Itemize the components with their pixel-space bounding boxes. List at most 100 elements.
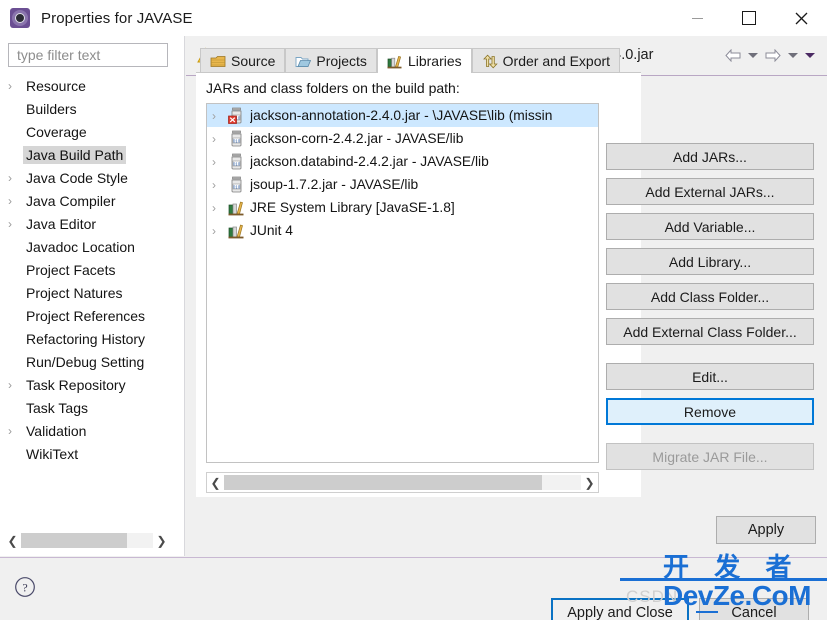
jar-error-icon: 010: [228, 107, 242, 124]
tab-libraries[interactable]: Libraries: [376, 48, 472, 73]
sidebar-item-javadoc-location[interactable]: Javadoc Location: [0, 235, 184, 258]
chevron-down-filled-icon: [804, 52, 815, 58]
add-class-folder-button[interactable]: Add Class Folder...: [606, 283, 814, 310]
back-menu-button[interactable]: [745, 45, 760, 65]
forward-button[interactable]: [762, 45, 783, 65]
sidebar-item-validation[interactable]: › Validation: [0, 419, 184, 442]
scroll-left-arrow-icon[interactable]: ❮: [4, 531, 21, 550]
sidebar-item-java-build-path[interactable]: Java Build Path: [0, 143, 184, 166]
library-books-icon: [228, 201, 244, 216]
sidebar-item-label: Task Tags: [26, 399, 88, 416]
add-variable-button[interactable]: Add Variable...: [606, 213, 814, 240]
jar-list-item-label: JRE System Library [JavaSE-1.8]: [250, 200, 455, 215]
sidebar-item-java-code-style[interactable]: › Java Code Style: [0, 166, 184, 189]
sidebar-item-label: Javadoc Location: [26, 238, 135, 255]
add-jars-button[interactable]: Add JARs...: [606, 143, 814, 170]
jar-list-horizontal-scrollbar[interactable]: ❮ ❯: [206, 472, 599, 493]
chevron-right-icon[interactable]: ›: [8, 172, 23, 184]
chevron-right-icon[interactable]: ›: [8, 425, 23, 437]
chevron-right-icon[interactable]: ›: [212, 132, 228, 146]
scroll-track[interactable]: [21, 533, 153, 548]
sidebar-item-coverage[interactable]: Coverage: [0, 120, 184, 143]
sidebar-item-run-debug-setting[interactable]: Run/Debug Setting: [0, 350, 184, 373]
close-button[interactable]: [775, 0, 827, 36]
navigation-arrows: [722, 45, 824, 65]
chevron-down-icon: [747, 52, 758, 58]
chevron-right-icon[interactable]: ›: [212, 201, 228, 215]
sidebar-item-label: Java Editor: [26, 215, 97, 232]
forward-menu-button[interactable]: [785, 45, 800, 65]
scroll-right-arrow-icon[interactable]: ❯: [153, 531, 170, 550]
back-button[interactable]: [722, 45, 743, 65]
chevron-right-icon[interactable]: ›: [8, 195, 23, 207]
chevron-right-icon[interactable]: ›: [212, 178, 228, 192]
chevron-right-icon[interactable]: ›: [212, 109, 228, 123]
jar-scroll-left-arrow-icon[interactable]: ❮: [207, 473, 224, 492]
sidebar-item-resource[interactable]: › Resource: [0, 74, 184, 97]
jar-list-item[interactable]: › 010 jackson.databind-2.4.2.jar - JAVASE/…: [207, 150, 598, 173]
chevron-right-icon[interactable]: ›: [212, 155, 228, 169]
cancel-button[interactable]: Cancel: [699, 598, 809, 620]
jar-list-item-label: jackson-annotation-2.4.0.jar - \JAVASE\l…: [250, 108, 553, 123]
help-question-icon[interactable]: ?: [14, 576, 36, 598]
sidebar-item-project-natures[interactable]: Project Natures: [0, 281, 184, 304]
sidebar-item-java-editor[interactable]: › Java Editor: [0, 212, 184, 235]
search-input[interactable]: [15, 46, 161, 64]
maximize-button[interactable]: [723, 0, 775, 36]
apply-button[interactable]: Apply: [716, 516, 816, 544]
sidebar-item-task-repository[interactable]: › Task Repository: [0, 373, 184, 396]
build-path-tabs: Source Projects Libraries Order and Export: [200, 48, 641, 73]
edit-button[interactable]: Edit...: [606, 363, 814, 390]
sidebar-item-builders[interactable]: Builders: [0, 97, 184, 120]
minimize-button[interactable]: [671, 0, 723, 36]
overflow-menu-button[interactable]: [802, 45, 817, 65]
jar-list-item[interactable]: ›010 jackson-annotation-2.4.0.jar - \JAVA…: [207, 104, 598, 127]
sidebar-item-label: Refactoring History: [26, 330, 146, 347]
settings-tree: › Resource Builders Coverage Java Build Path…: [0, 74, 184, 514]
remove-button[interactable]: Remove: [606, 398, 814, 425]
tab-projects[interactable]: Projects: [285, 48, 377, 73]
add-external-jars-button[interactable]: Add External JARs...: [606, 178, 814, 205]
jar-list-item[interactable]: › JRE System Library [JavaSE-1.8]: [207, 196, 598, 219]
tab-source[interactable]: Source: [200, 48, 286, 73]
chevron-right-icon[interactable]: ›: [8, 379, 23, 391]
jar-scroll-track[interactable]: [224, 475, 581, 490]
source-folder-icon: [210, 55, 226, 67]
svg-text:010: 010: [233, 184, 241, 189]
migrate-jar-file-button: Migrate JAR File...: [606, 443, 814, 470]
tab-order-and-export[interactable]: Order and Export: [471, 48, 621, 73]
jar-scroll-thumb[interactable]: [224, 475, 542, 490]
sidebar-item-task-tags[interactable]: Task Tags: [0, 396, 184, 419]
jar-list-item[interactable]: › 010 jackson-corn-2.4.2.jar - JAVASE/lib: [207, 127, 598, 150]
sidebar-horizontal-scrollbar[interactable]: ❮ ❯: [4, 531, 170, 550]
open-folder-icon: [295, 56, 312, 67]
chevron-right-icon[interactable]: ›: [8, 80, 23, 92]
chevron-right-icon[interactable]: ›: [212, 224, 228, 238]
jar-list[interactable]: ›010jackson-annotation-2.4.0.jar - \JAVA…: [206, 103, 599, 463]
sidebar-item-wikitext[interactable]: WikiText: [0, 442, 184, 465]
sidebar-item-project-references[interactable]: Project References: [0, 304, 184, 327]
jar-icon: 010: [231, 153, 242, 170]
add-external-class-folder-button[interactable]: Add External Class Folder...: [606, 318, 814, 345]
sidebar-item-label: Project Natures: [26, 284, 123, 301]
window-title: Properties for JAVASE: [41, 9, 193, 27]
settings-sidebar: ›ResourceBuildersCoverageJava Build Path…: [0, 36, 185, 556]
chevron-down-icon: [787, 52, 798, 58]
sidebar-item-project-facets[interactable]: Project Facets: [0, 258, 184, 281]
sidebar-item-label: Resource: [26, 77, 86, 94]
jar-list-item[interactable]: › 010 jsoup-1.7.2.jar - JAVASE/lib: [207, 173, 598, 196]
sidebar-item-java-compiler[interactable]: › Java Compiler: [0, 189, 184, 212]
apply-and-close-button[interactable]: Apply and Close: [551, 598, 689, 620]
filter-text-box[interactable]: [8, 43, 168, 67]
tab-label: Source: [231, 53, 276, 69]
jar-list-item[interactable]: › JUnit 4: [207, 219, 598, 242]
tab-label: Libraries: [407, 53, 462, 69]
add-library-button[interactable]: Add Library...: [606, 248, 814, 275]
chevron-right-icon[interactable]: ›: [8, 218, 23, 230]
tab-label: Projects: [316, 53, 367, 69]
jar-list-item-label: jackson-corn-2.4.2.jar - JAVASE/lib: [250, 131, 464, 146]
title-bar: Properties for JAVASE: [0, 0, 827, 36]
scroll-thumb[interactable]: [21, 533, 127, 548]
sidebar-item-refactoring-history[interactable]: Refactoring History: [0, 327, 184, 350]
jar-scroll-right-arrow-icon[interactable]: ❯: [581, 473, 598, 492]
